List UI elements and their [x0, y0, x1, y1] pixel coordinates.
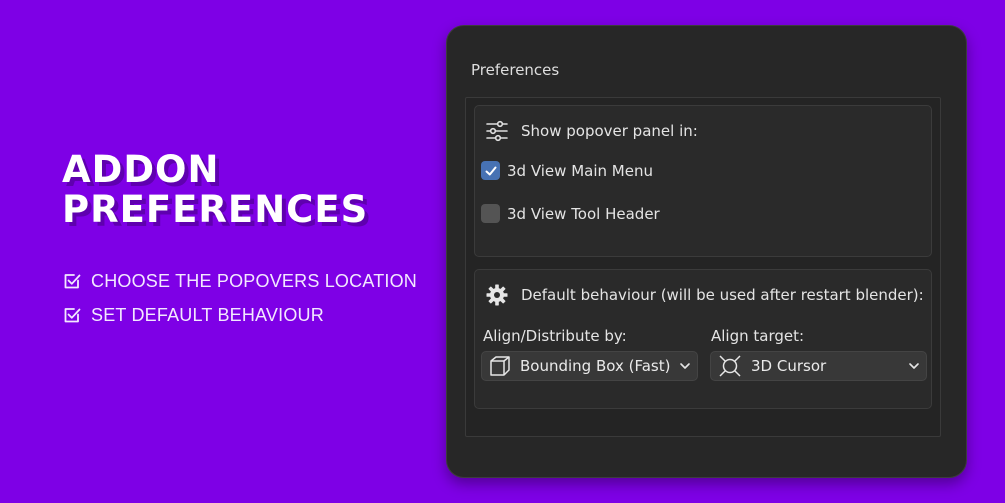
align-target-value: 3D Cursor [751, 357, 827, 375]
feature-list: CHOOSE THE POPOVERS LOCATION SET DEFAULT… [62, 264, 417, 332]
popover-section-header: Show popover panel in: [485, 119, 698, 143]
sliders-icon [486, 120, 508, 142]
popover-location-section: Show popover panel in: 3d View Main Menu… [474, 105, 932, 257]
feature-label: CHOOSE THE POPOVERS LOCATION [91, 270, 417, 291]
align-by-label: Align/Distribute by: [483, 327, 627, 345]
behaviour-section-header: Default behaviour (will be used after re… [485, 283, 924, 307]
chevron-down-icon [908, 360, 920, 372]
align-by-dropdown[interactable]: Bounding Box (Fast) [481, 351, 698, 381]
align-target-dropdown[interactable]: 3D Cursor [710, 351, 927, 381]
feature-label: SET DEFAULT BEHAVIOUR [91, 304, 324, 325]
headline-line-1: ADDON [62, 148, 220, 191]
behaviour-section-heading: Default behaviour (will be used after re… [521, 286, 924, 304]
headline: ADDON PREFERENCES [62, 150, 368, 230]
tool-header-label: 3d View Tool Header [507, 204, 660, 223]
preferences-window: Preferences Show popover panel in: 3d Vi… [446, 25, 967, 478]
headline-line-2: PREFERENCES [62, 188, 369, 231]
option-tool-header[interactable]: 3d View Tool Header [481, 204, 660, 223]
checkmark-icon [64, 308, 81, 323]
check-icon [485, 166, 496, 175]
tool-header-checkbox[interactable] [481, 204, 500, 223]
popover-section-heading: Show popover panel in: [521, 122, 698, 140]
align-target-label: Align target: [711, 327, 805, 345]
feature-item: SET DEFAULT BEHAVIOUR [62, 298, 417, 332]
window-title: Preferences [471, 61, 560, 79]
default-behaviour-section: Default behaviour (will be used after re… [474, 269, 932, 409]
cursor-3d-icon [717, 353, 743, 379]
checkmark-icon [64, 274, 81, 289]
gear-icon [486, 284, 508, 306]
main-menu-label: 3d View Main Menu [507, 161, 653, 180]
align-by-value: Bounding Box (Fast) [520, 357, 671, 375]
option-main-menu[interactable]: 3d View Main Menu [481, 161, 653, 180]
cube-icon [488, 354, 512, 378]
feature-item: CHOOSE THE POPOVERS LOCATION [62, 264, 417, 298]
chevron-down-icon [679, 360, 691, 372]
preferences-body: Show popover panel in: 3d View Main Menu… [465, 97, 941, 437]
main-menu-checkbox[interactable] [481, 161, 500, 180]
